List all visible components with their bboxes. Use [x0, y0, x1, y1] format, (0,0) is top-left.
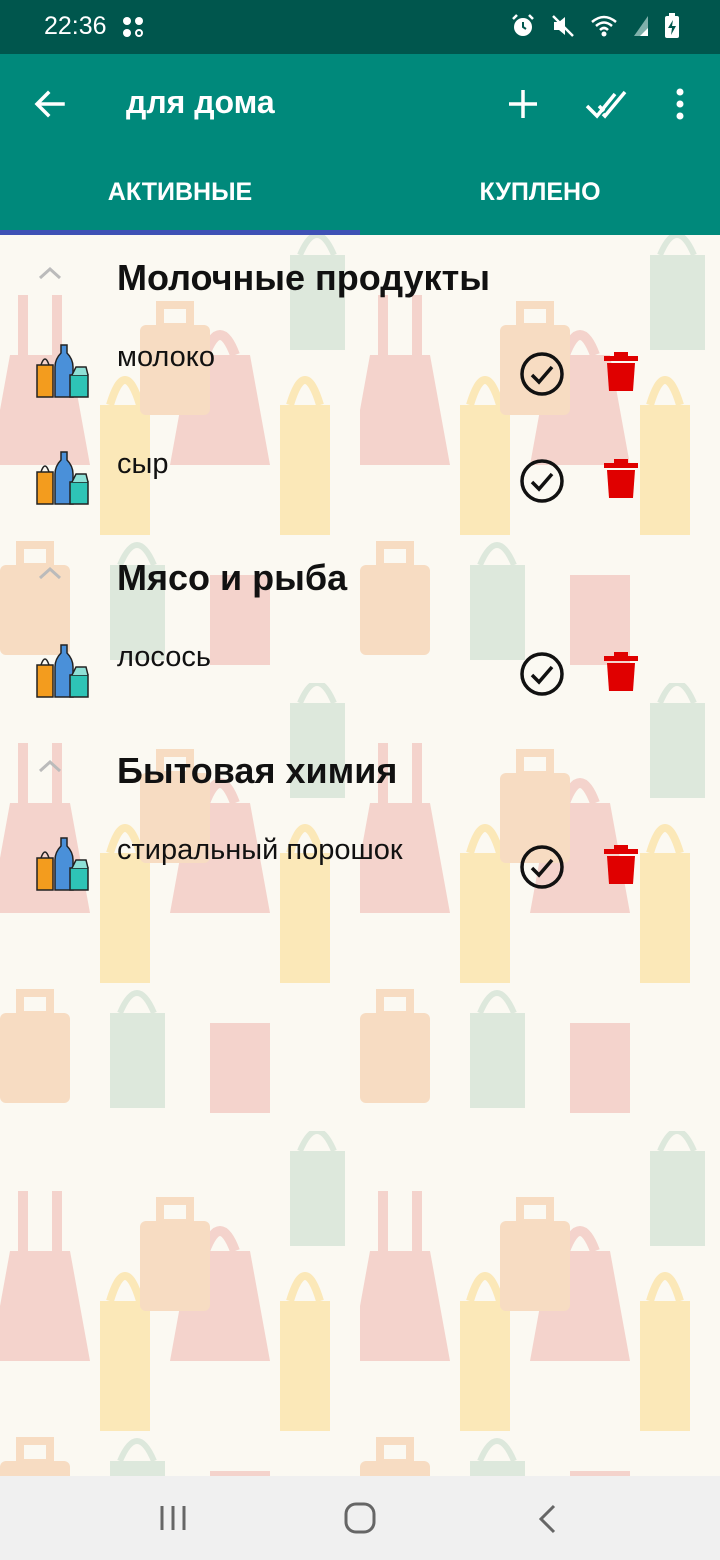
- groceries-icon: [36, 451, 89, 505]
- item-name: молоко: [117, 341, 215, 373]
- chevron-up-icon[interactable]: [37, 565, 63, 581]
- check-circle-icon[interactable]: [518, 457, 566, 505]
- back-icon[interactable]: [535, 1503, 559, 1535]
- status-time: 22:36: [44, 12, 107, 40]
- group-title: Бытовая химия: [117, 750, 398, 791]
- wifi-icon: [590, 14, 618, 43]
- trash-icon[interactable]: [602, 456, 640, 500]
- group-header[interactable]: Мясо и рыба: [0, 535, 720, 621]
- trash-icon[interactable]: [602, 842, 640, 886]
- recents-icon[interactable]: [158, 1503, 188, 1533]
- item-name: лосось: [117, 641, 211, 673]
- signal-icon: [632, 14, 650, 43]
- check-circle-icon[interactable]: [518, 650, 566, 698]
- system-nav-bar: [0, 1476, 720, 1560]
- item-name: стиральный порошок: [117, 834, 403, 866]
- chevron-up-icon[interactable]: [37, 758, 63, 774]
- trash-icon[interactable]: [602, 349, 640, 393]
- battery-charging-icon: [664, 13, 680, 44]
- trash-icon[interactable]: [602, 649, 640, 693]
- home-icon[interactable]: [343, 1501, 377, 1535]
- tab-active[interactable]: АКТИВНЫЕ: [0, 158, 360, 235]
- double-check-icon[interactable]: [585, 84, 629, 124]
- list-item[interactable]: молоко: [0, 321, 720, 428]
- alarm-icon: [510, 13, 536, 44]
- plus-icon[interactable]: [503, 84, 543, 124]
- check-circle-icon[interactable]: [518, 843, 566, 891]
- share-dots-icon: [121, 15, 145, 44]
- group-header[interactable]: Молочные продукты: [0, 235, 720, 321]
- list-item[interactable]: стиральный порошок: [0, 814, 720, 921]
- app-bar: для дома АКТИВНЫЕ КУПЛЕНО: [0, 54, 720, 235]
- group-title: Молочные продукты: [117, 257, 490, 298]
- group-title: Мясо и рыба: [117, 557, 348, 598]
- groceries-icon: [36, 837, 89, 891]
- group-header[interactable]: Бытовая химия: [0, 728, 720, 814]
- item-name: сыр: [117, 448, 169, 480]
- groceries-icon: [36, 644, 89, 698]
- groups-list: Молочные продукты молоко сыр Мясо и рыба…: [0, 235, 720, 921]
- chevron-up-icon[interactable]: [37, 265, 63, 281]
- list-title: для дома: [126, 84, 275, 120]
- check-circle-icon[interactable]: [518, 350, 566, 398]
- status-bar: 22:36: [0, 0, 720, 54]
- list-item[interactable]: лосось: [0, 621, 720, 728]
- mute-icon: [550, 13, 576, 44]
- tab-bought[interactable]: КУПЛЕНО: [360, 158, 720, 235]
- groceries-icon: [36, 344, 89, 398]
- arrow-back-icon[interactable]: [30, 84, 70, 124]
- more-vert-icon[interactable]: [668, 84, 692, 124]
- shopping-list[interactable]: Молочные продукты молоко сыр Мясо и рыба…: [0, 235, 720, 1476]
- list-item[interactable]: сыр: [0, 428, 720, 535]
